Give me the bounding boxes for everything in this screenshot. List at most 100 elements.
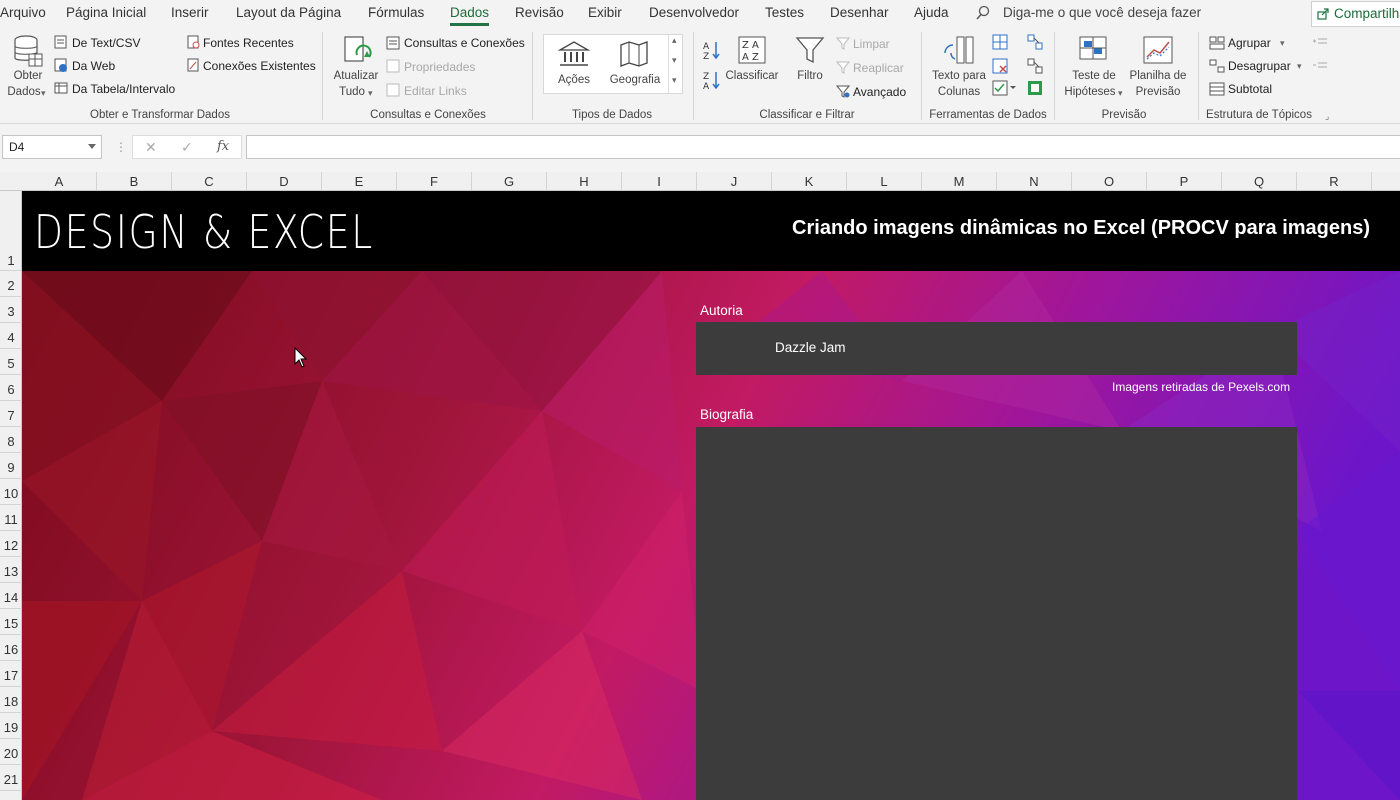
tab-pagina-inicial[interactable]: Página Inicial [66,5,146,20]
ungroup-button[interactable]: Desagrupar [1228,59,1291,73]
column-header[interactable]: R [1297,172,1372,191]
tab-desenvolvedor[interactable]: Desenvolvedor [649,5,739,20]
cancel-icon[interactable]: ✕ [145,139,157,156]
from-web-button[interactable]: Da Web [72,59,115,73]
row-header[interactable]: 8 [0,427,22,453]
column-header[interactable]: M [922,172,997,191]
existing-connections-button[interactable]: Conexões Existentes [203,59,316,73]
subtotal-button[interactable]: Subtotal [1228,82,1272,96]
name-box[interactable]: D4 [2,135,102,159]
what-if-dropdown-icon[interactable]: ▾ [1118,88,1123,99]
from-table-range-button[interactable]: Da Tabela/Intervalo [72,82,175,96]
row-header[interactable]: 19 [0,713,22,739]
remove-duplicates-icon[interactable] [992,58,1008,77]
row-header[interactable]: 6 [0,375,22,401]
row-header[interactable]: 3 [0,297,22,323]
row-header[interactable]: 5 [0,349,22,375]
get-data-dropdown-icon[interactable]: ▾ [41,88,46,99]
insert-function-icon[interactable]: fx [217,139,229,154]
tab-arquivo[interactable]: Arquivo [0,5,46,20]
row-header[interactable]: 9 [0,453,22,479]
column-header[interactable]: D [247,172,322,191]
column-header[interactable]: J [697,172,772,191]
row-header[interactable]: 7 [0,401,22,427]
column-header[interactable]: A [22,172,97,191]
row-header[interactable]: 11 [0,505,22,531]
row-header[interactable]: 1 [0,191,22,271]
column-header[interactable]: C [172,172,247,191]
tab-exibir[interactable]: Exibir [588,5,622,20]
consolidate-icon[interactable] [1027,34,1043,53]
row-header[interactable]: 21 [0,765,22,791]
tab-testes[interactable]: Testes [765,5,804,20]
column-header[interactable]: B [97,172,172,191]
clear-filter-button[interactable]: Limpar [853,37,890,51]
column-header[interactable]: K [772,172,847,191]
column-header[interactable]: G [472,172,547,191]
properties-button[interactable]: Propriedades [404,60,475,74]
data-model-icon[interactable] [1027,80,1043,99]
column-header[interactable]: F [397,172,472,191]
geography-button[interactable] [619,40,649,71]
tab-inserir[interactable]: Inserir [171,5,209,20]
tab-formulas[interactable]: Fórmulas [368,5,424,20]
row-header[interactable]: 16 [0,635,22,661]
column-header[interactable]: L [847,172,922,191]
ungroup-dropdown-icon[interactable]: ▾ [1297,61,1302,72]
row-header[interactable]: 4 [0,323,22,349]
row-header[interactable]: 13 [0,557,22,583]
text-to-columns-button[interactable] [943,35,975,70]
share-button[interactable]: Compartilhar [1311,1,1400,27]
row-header[interactable]: 14 [0,583,22,609]
data-validation-icon[interactable] [992,80,1016,99]
filter-button[interactable] [795,35,825,68]
edit-links-button[interactable]: Editar Links [404,84,467,98]
get-data-button[interactable] [12,34,44,73]
refresh-all-button[interactable] [343,35,373,70]
stocks-button[interactable] [557,40,591,71]
what-if-analysis-button[interactable] [1078,35,1110,70]
sort-button[interactable]: Z AA Z [737,35,767,68]
row-header[interactable]: 17 [0,661,22,687]
reapply-button[interactable]: Reaplicar [853,61,904,75]
advanced-filter-button[interactable]: Avançado [853,85,906,99]
flash-fill-icon[interactable] [992,34,1008,53]
tab-layout-da-pagina[interactable]: Layout da Página [236,5,341,20]
column-header[interactable]: I [622,172,697,191]
recent-sources-button[interactable]: Fontes Recentes [203,36,294,50]
tab-desenhar[interactable]: Desenhar [830,5,889,20]
group-button[interactable]: Agrupar [1228,36,1271,50]
relationships-icon[interactable] [1027,58,1043,77]
column-header[interactable]: E [322,172,397,191]
enter-icon[interactable]: ✓ [181,139,193,156]
sort-za-button[interactable]: ZA [703,70,721,93]
formula-input[interactable] [246,135,1400,159]
row-header[interactable]: 2 [0,271,22,297]
row-header[interactable]: 18 [0,687,22,713]
refresh-dropdown-icon[interactable]: ▾ [368,88,373,99]
group-dropdown-icon[interactable]: ▾ [1280,38,1285,49]
outline-launcher-icon[interactable]: ⌟ [1325,111,1329,122]
show-detail-icon[interactable] [1312,36,1328,50]
forecast-sheet-button[interactable] [1142,35,1174,70]
author-box[interactable]: Dazzle Jam [696,322,1297,375]
row-header[interactable]: 10 [0,479,22,505]
tab-ajuda[interactable]: Ajuda [914,5,949,20]
row-header[interactable]: 12 [0,531,22,557]
column-header[interactable]: N [997,172,1072,191]
column-header[interactable]: H [547,172,622,191]
from-text-csv-button[interactable]: De Text/CSV [72,36,140,50]
biography-box[interactable] [696,427,1297,800]
column-header[interactable]: Q [1222,172,1297,191]
row-header[interactable]: 15 [0,609,22,635]
more-options-icon[interactable]: ⋮ [115,140,127,154]
tab-dados[interactable]: Dados [450,5,490,26]
sort-az-button[interactable]: AZ [703,40,721,63]
column-header[interactable]: O [1072,172,1147,191]
row-header[interactable]: 20 [0,739,22,765]
name-box-dropdown-icon[interactable] [88,144,96,149]
column-header[interactable]: P [1147,172,1222,191]
hide-detail-icon[interactable] [1312,60,1328,74]
tab-revisao[interactable]: Revisão [515,5,564,20]
gallery-scroll[interactable]: ▴ ▾ ▾ [668,35,681,93]
